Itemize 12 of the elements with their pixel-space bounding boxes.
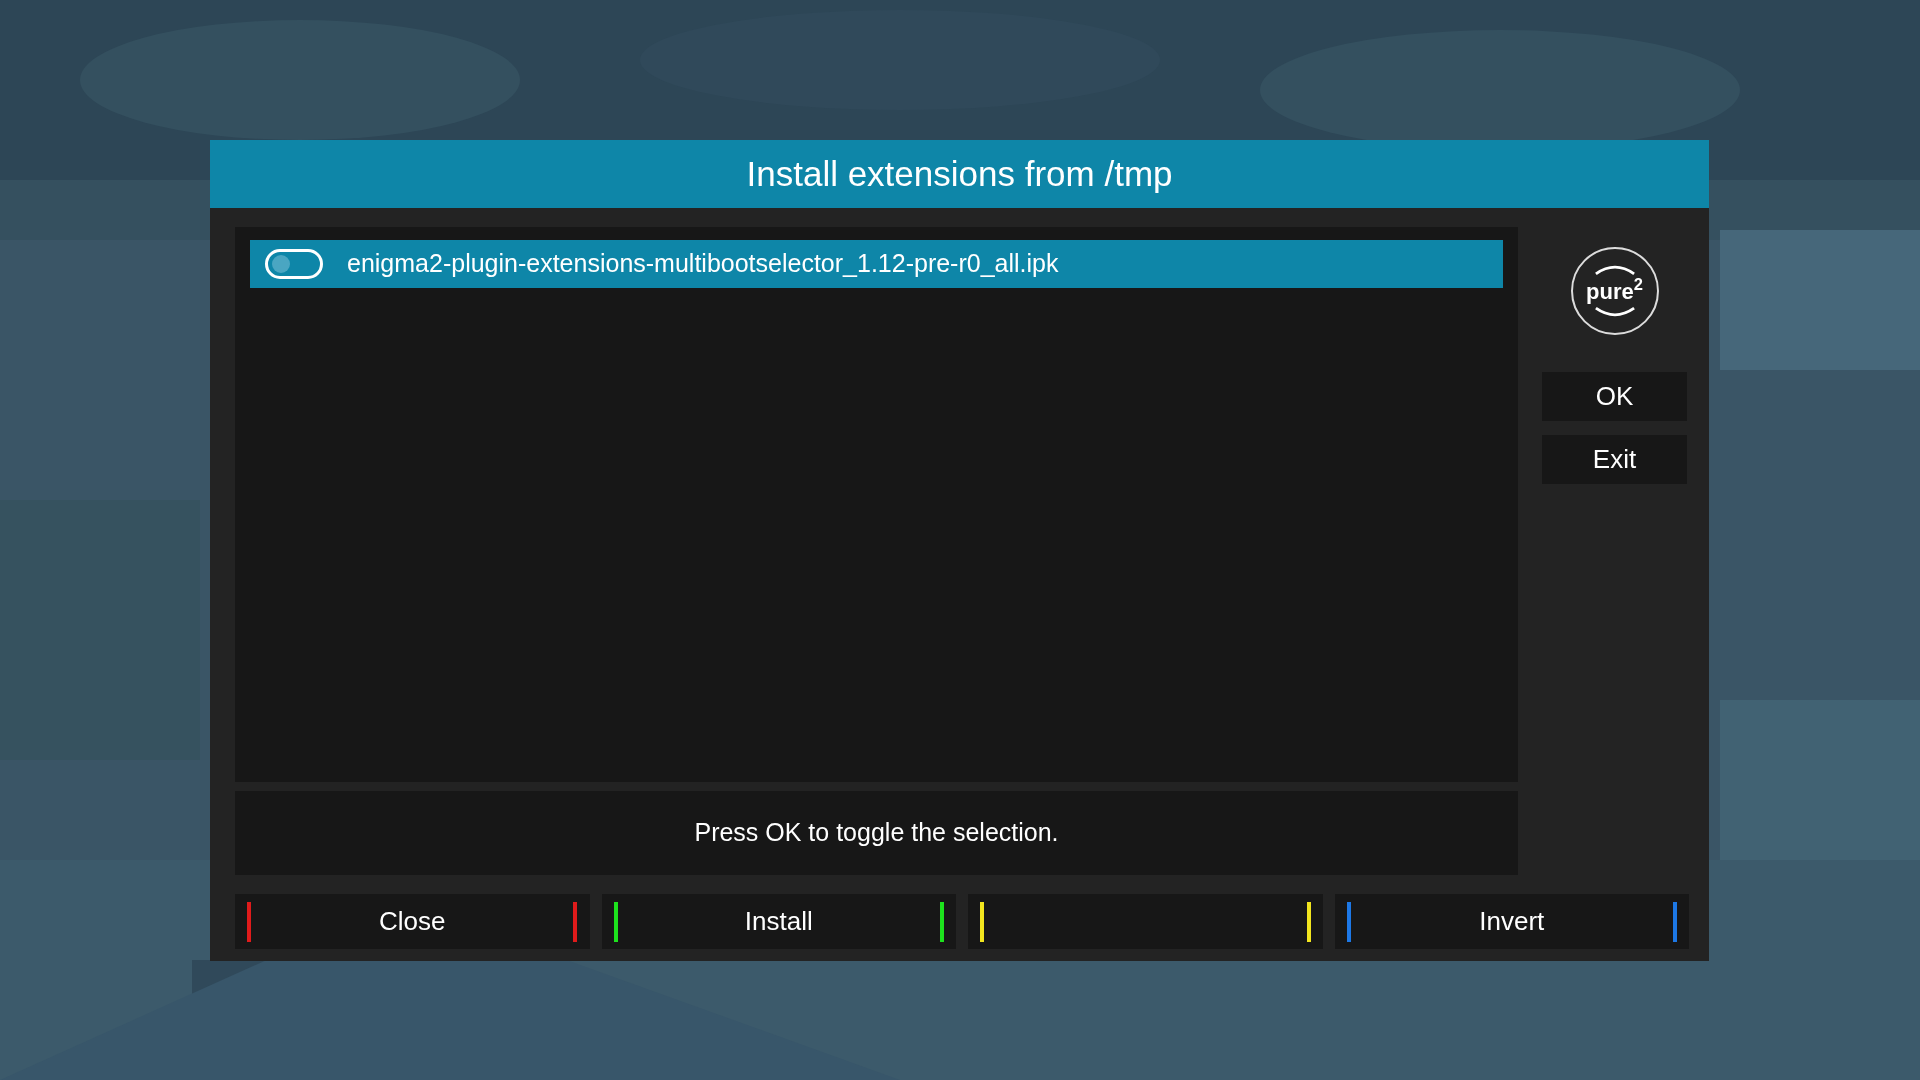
color-key-button[interactable]: Invert [1334, 894, 1689, 949]
exit-button[interactable]: Exit [1542, 435, 1687, 484]
hint-text: Press OK to toggle the selection. [694, 817, 1059, 849]
logo: pure$^{2}$ [1570, 247, 1659, 335]
window-title: Install extensions from /tmp [746, 152, 1173, 195]
list-item[interactable]: enigma2-plugin-extensions-multibootselector_1.12-pre-r0_all.ipk [250, 240, 1503, 288]
color-key-button[interactable]: Close [235, 894, 590, 949]
file-name: enigma2-plugin-extensions-multibootselector_1.12-pre-r0_all.ipk [347, 248, 1059, 280]
ok-button[interactable]: OK [1542, 372, 1687, 421]
color-key-button[interactable]: Install [601, 894, 956, 949]
toggle-switch[interactable] [265, 249, 323, 279]
color-key-button[interactable] [968, 894, 1323, 949]
